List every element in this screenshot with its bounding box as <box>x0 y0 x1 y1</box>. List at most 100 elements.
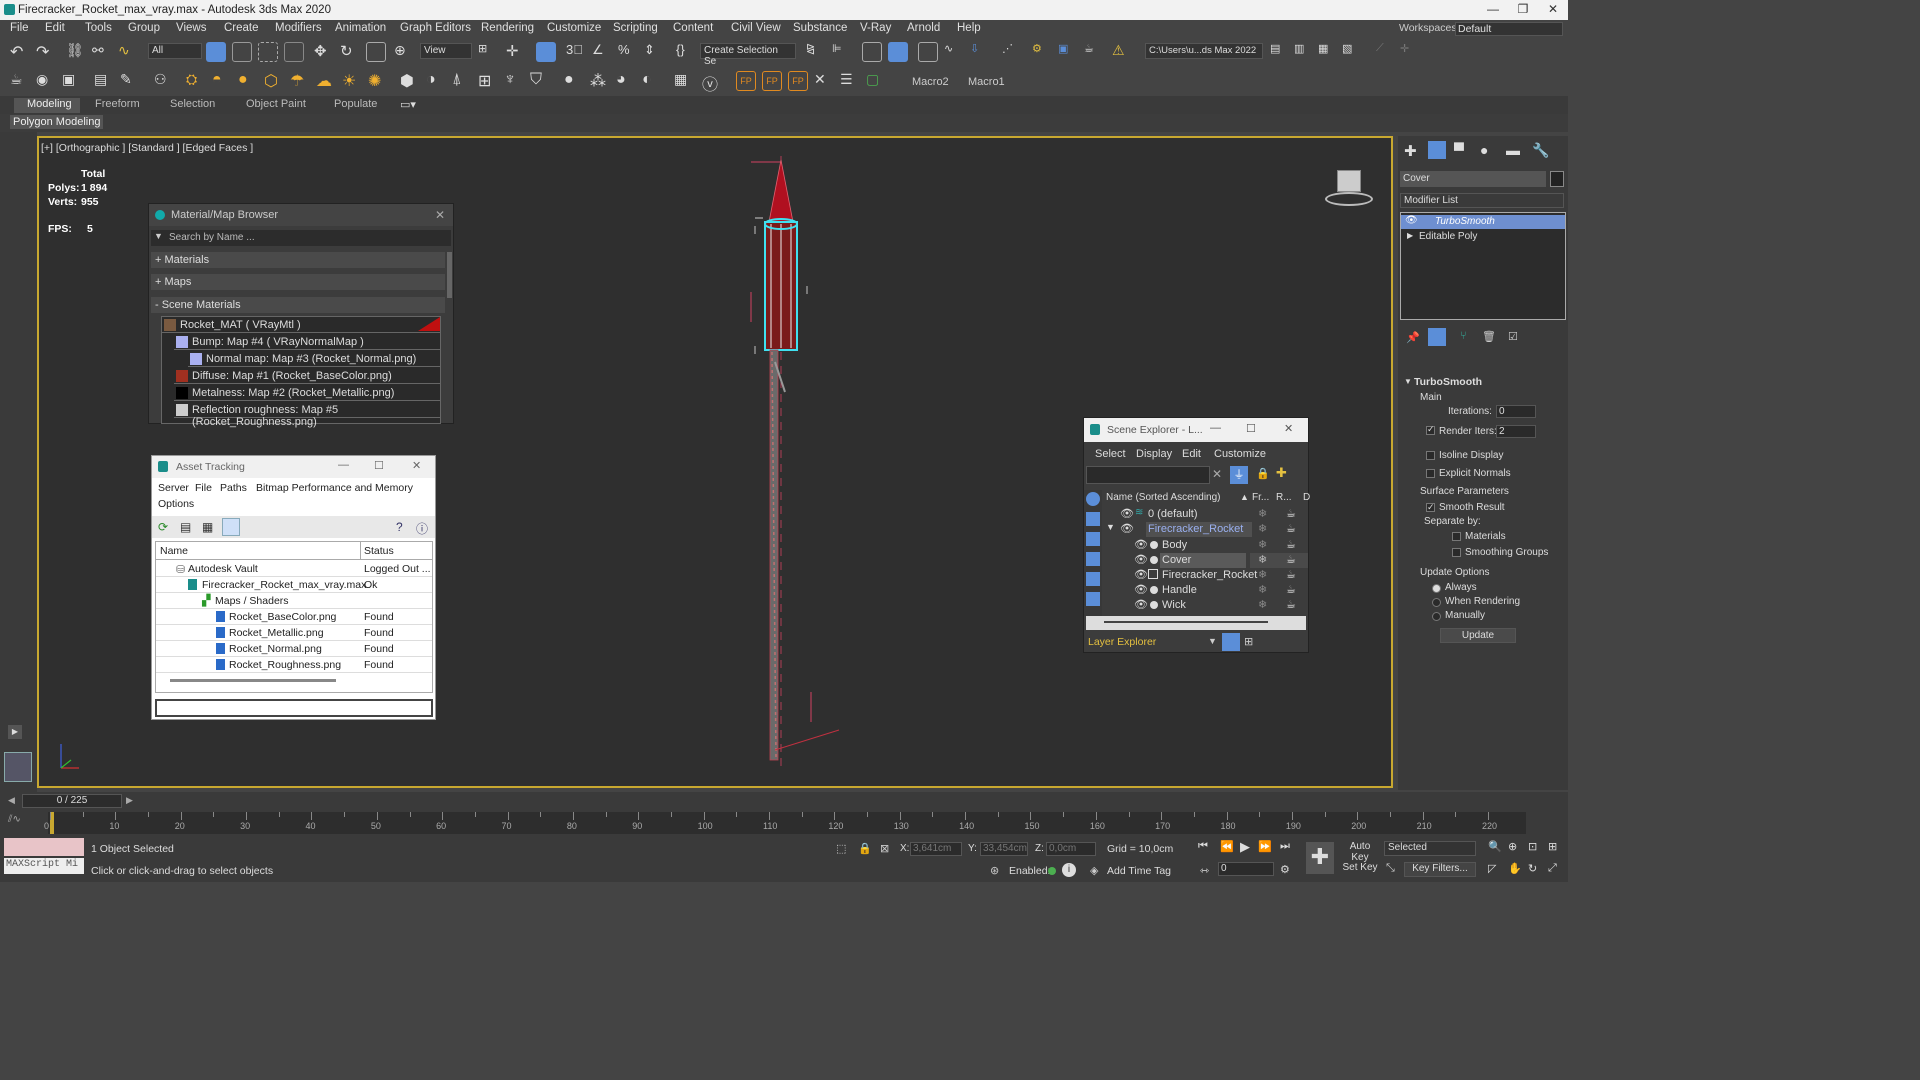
maximize-icon[interactable]: ☐ <box>374 459 384 472</box>
se-search-input[interactable] <box>1086 466 1210 484</box>
list-view-icon[interactable]: ▤ <box>180 520 191 534</box>
green-panel-icon[interactable]: ▢ <box>866 71 886 91</box>
visibility-eye-icon[interactable]: 👁 <box>1134 568 1148 581</box>
col-freeze[interactable]: Fr... <box>1252 492 1269 503</box>
time-tag-icon[interactable]: ◈ <box>1090 864 1098 877</box>
asset-menu-file[interactable]: File <box>195 482 212 494</box>
display-tab-icon[interactable]: ▬ <box>1506 142 1520 158</box>
freeze-icon[interactable]: ❄ <box>1258 598 1267 611</box>
render-setup-icon[interactable]: ⚙ <box>1032 42 1052 62</box>
set-key-button[interactable]: Set Key <box>1340 862 1380 877</box>
set-key-big-icon[interactable]: ✚ <box>1306 842 1334 874</box>
asset-menu-server[interactable]: Server <box>158 482 189 494</box>
link-icon[interactable]: ⛓ <box>66 42 86 62</box>
col-name-sorted[interactable]: Name (Sorted Ascending) <box>1106 492 1221 503</box>
auto-key-button[interactable]: Auto Key <box>1340 841 1380 863</box>
zoom-extents-icon[interactable]: ⊡ <box>1528 840 1537 853</box>
close-icon[interactable]: ✕ <box>1284 422 1293 435</box>
rotate-icon[interactable]: ↻ <box>340 42 360 62</box>
zoom-all-icon[interactable]: ⊕ <box>1508 840 1517 853</box>
tool-icon-b[interactable]: ✛ <box>1400 42 1420 62</box>
percent-snap-icon[interactable]: % <box>618 42 638 62</box>
maximize-viewport-icon[interactable]: ⤢ <box>1548 862 1557 875</box>
render-production-icon[interactable]: ☕ <box>1084 42 1104 62</box>
time-config-icon[interactable]: ⚙ <box>1280 863 1290 876</box>
render-icon[interactable]: ☕ <box>1286 522 1296 535</box>
table-view-icon[interactable] <box>222 518 240 536</box>
curve-editor-toggle-icon[interactable]: ⫽∿ <box>8 814 32 832</box>
project-save-icon[interactable]: ▧ <box>1342 42 1362 62</box>
keyboard-shortcut-icon[interactable] <box>536 42 556 62</box>
material-editor-icon[interactable]: ⋰ <box>1002 42 1022 62</box>
fp-icon-2[interactable]: FP <box>762 71 782 91</box>
freeze-icon[interactable]: ❄ <box>1258 553 1267 566</box>
se-menu-select[interactable]: Select <box>1095 448 1126 460</box>
vray-sky-icon[interactable]: ✺ <box>368 71 388 91</box>
tab-freeform[interactable]: Freeform <box>95 98 140 110</box>
vray-proxy-icon[interactable]: ⬢ <box>400 71 420 91</box>
render-icon[interactable]: ☕ <box>1286 538 1296 551</box>
cameras-filter-icon[interactable] <box>1086 552 1100 566</box>
vray-fur-icon[interactable]: ⍋ <box>452 71 472 91</box>
next-frame-icon[interactable]: ▶ <box>126 795 133 806</box>
viewport-label[interactable]: [+] [Orthographic ] [Standard ] [Edged F… <box>41 142 253 154</box>
turbosmooth-rollout-header[interactable]: ▼ TurboSmooth <box>1400 376 1566 390</box>
tree-item[interactable]: Rocket_MAT ( VRayMtl ) <box>162 317 440 333</box>
vray-bake-icon[interactable]: ▦ <box>674 71 694 91</box>
expand-arrow-icon[interactable]: ▶ <box>8 725 22 739</box>
time-slider[interactable]: 0 / 225 <box>22 794 122 808</box>
material-browser-titlebar[interactable]: Material/Map Browser ✕ <box>149 204 453 226</box>
display-none-icon[interactable] <box>1086 492 1100 506</box>
scale-icon[interactable] <box>366 42 386 62</box>
viewcube[interactable] <box>1321 166 1377 210</box>
tree-item[interactable]: Normal map: Map #3 (Rocket_Normal.png) <box>188 351 440 367</box>
polygon-modeling-panel[interactable]: Polygon Modeling <box>10 115 104 129</box>
iterations-spinner[interactable]: 0 <box>1496 405 1536 418</box>
selection-lock-icon[interactable]: 🔒 <box>858 842 872 855</box>
angle-snap-icon[interactable]: ∠ <box>592 42 612 62</box>
enabled-indicator[interactable] <box>1048 867 1056 875</box>
menu-views[interactable]: Views <box>176 22 206 34</box>
goto-end-icon[interactable]: ⏭ <box>1280 840 1290 853</box>
render-icon[interactable]: ☕ <box>1286 583 1296 596</box>
edit-named-selection-icon[interactable]: {} <box>676 42 696 62</box>
schematic-view-icon[interactable]: ⇩ <box>970 42 990 62</box>
menu-scripting[interactable]: Scripting <box>613 22 658 34</box>
explicit-normals-checkbox[interactable] <box>1426 467 1439 479</box>
window-crossing-icon[interactable] <box>284 42 304 62</box>
scene-explorer-titlebar[interactable]: Scene Explorer - L... — ☐ ✕ <box>1084 418 1308 442</box>
rendered-frame-window-icon[interactable]: ▣ <box>1058 42 1078 62</box>
maxscript-listener-pink[interactable] <box>4 838 84 856</box>
list-item[interactable]: 👁 Handle ❄ ☕ <box>1104 583 1308 598</box>
menu-tools[interactable]: Tools <box>85 22 112 34</box>
manually-radio[interactable] <box>1432 610 1445 622</box>
reference-coord-dropdown[interactable]: View <box>420 43 472 59</box>
vray-light-icon[interactable]: ⛭ <box>186 71 206 91</box>
lock-icon[interactable]: 🔒 <box>1256 467 1270 480</box>
restore-button[interactable]: ❐ <box>1508 2 1538 18</box>
close-button[interactable]: ✕ <box>1538 2 1568 18</box>
list-item[interactable]: 👁 Cover ❄ ☕ <box>1104 553 1308 568</box>
helpers-filter-icon[interactable] <box>1086 572 1100 586</box>
show-end-result-icon[interactable] <box>1428 328 1446 346</box>
fp-icon-3[interactable]: FP <box>788 71 808 91</box>
object-name-field[interactable]: Cover <box>1400 171 1546 187</box>
visibility-eye-icon[interactable]: 👁 <box>1120 507 1134 520</box>
render-icon[interactable]: ☕ <box>1286 598 1296 611</box>
visibility-eye-icon[interactable]: 👁 <box>1120 522 1134 535</box>
move-icon[interactable]: ✥ <box>314 42 334 62</box>
orbit-icon[interactable]: ↻ <box>1528 862 1537 875</box>
isolate-icon[interactable]: ⬚ <box>836 842 846 855</box>
visibility-eye-icon[interactable]: 👁 <box>1134 583 1148 596</box>
tool-icon-a[interactable]: ⟋ <box>1376 42 1396 62</box>
rocket-model[interactable] <box>739 152 859 782</box>
undo-icon[interactable]: ↶ <box>10 42 30 62</box>
toggle-scene-explorer-icon[interactable] <box>862 42 882 62</box>
se-menu-display[interactable]: Display <box>1136 448 1172 460</box>
modifier-list-dropdown[interactable]: Modifier List <box>1400 193 1564 208</box>
table-row[interactable]: ⛁ Autodesk Vault Logged Out ... <box>156 561 432 577</box>
snaps-toggle-icon[interactable]: 3⃣ <box>566 42 586 62</box>
help-icon[interactable]: ? <box>396 520 403 534</box>
adaptive-degradation-icon[interactable]: ⊛ <box>990 864 999 877</box>
ribbon-options-icon[interactable]: ▭▾ <box>400 98 416 111</box>
